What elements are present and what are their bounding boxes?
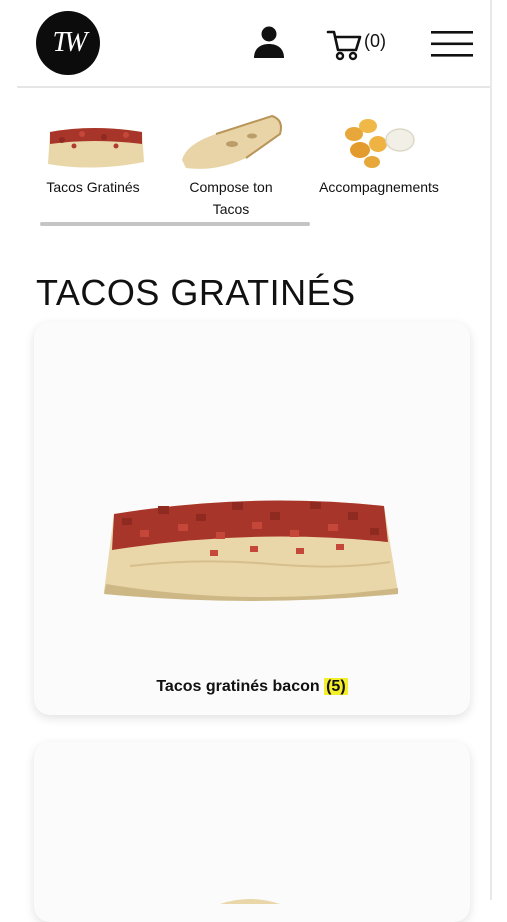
- cart-count: (0): [364, 31, 386, 51]
- compose-tacos-thumb: [182, 114, 282, 169]
- category-label: Tacos Gratinés: [46, 179, 140, 195]
- product-name: Tacos gratinés bacon (5): [34, 678, 470, 696]
- category-compose-tacos[interactable]: Compose ton Tacos: [172, 110, 290, 220]
- accompagnements-thumb: [345, 119, 415, 168]
- cart-button[interactable]: (0): [326, 28, 386, 62]
- category-label: Compose ton Tacos: [189, 179, 273, 217]
- category-accompagnements[interactable]: Accompagnements: [304, 110, 454, 198]
- header-divider: [17, 86, 490, 88]
- logo-mark: TW: [52, 27, 88, 58]
- top-header: TW (0): [0, 0, 490, 86]
- category-strip: Tacos Gratinés Compose ton Tacos Accompa…: [30, 110, 460, 230]
- user-icon[interactable]: [251, 24, 287, 60]
- hamburger-menu-icon[interactable]: [431, 29, 473, 59]
- product-card[interactable]: [34, 742, 470, 922]
- tacos-gratines-thumb: [48, 128, 144, 168]
- section-title: TACOS GRATINÉS: [36, 272, 356, 313]
- category-scrollbar[interactable]: [40, 222, 310, 226]
- product-image: [104, 500, 398, 601]
- product-badge: (5): [324, 678, 348, 695]
- brand-logo[interactable]: TW: [36, 11, 100, 75]
- category-label: Accompagnements: [319, 179, 439, 195]
- product-title: Tacos gratinés bacon: [156, 678, 320, 695]
- cart-icon: [326, 30, 362, 61]
- product-image-peek: [220, 899, 280, 904]
- product-card[interactable]: Tacos gratinés bacon (5): [34, 322, 470, 715]
- category-tacos-gratines[interactable]: Tacos Gratinés: [30, 110, 156, 198]
- scrollbar-edge: [490, 0, 492, 900]
